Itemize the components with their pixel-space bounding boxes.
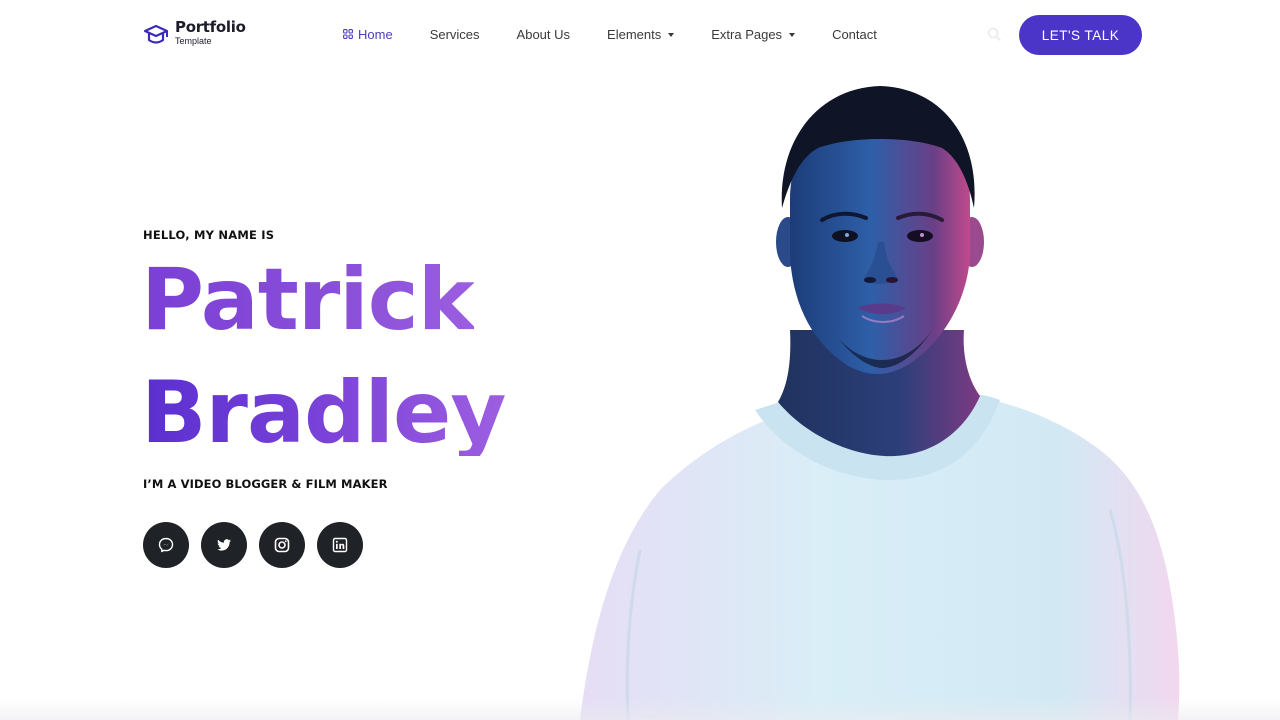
social-links bbox=[143, 522, 363, 568]
messenger-icon bbox=[158, 537, 174, 553]
nav-label-extra-pages: Extra Pages bbox=[711, 26, 783, 42]
brand-title: Portfolio bbox=[175, 18, 246, 36]
nav-item-services[interactable]: Services bbox=[430, 27, 480, 42]
caret-down-icon bbox=[789, 32, 796, 37]
hero-tagline: I’M A VIDEO BLOGGER & FILM MAKER bbox=[143, 477, 388, 491]
nav-item-elements[interactable]: Elements bbox=[607, 26, 675, 42]
twitter-icon bbox=[217, 539, 231, 551]
linkedin-icon bbox=[332, 537, 348, 553]
lets-talk-button[interactable]: LET'S TALK bbox=[1019, 15, 1142, 55]
messenger-link[interactable] bbox=[143, 522, 189, 568]
hero-greeting: HELLO, MY NAME IS bbox=[143, 228, 275, 242]
search-icon[interactable] bbox=[986, 26, 1002, 42]
nav-item-about-us[interactable]: About Us bbox=[517, 27, 570, 42]
hero-first-name: Patrick bbox=[141, 250, 475, 350]
brand-logo-link[interactable]: Portfolio Template bbox=[143, 20, 246, 48]
linkedin-link[interactable] bbox=[317, 522, 363, 568]
brand-text: Portfolio Template bbox=[175, 20, 246, 46]
nav-label-contact: Contact bbox=[832, 26, 877, 42]
graduation-cap-icon bbox=[143, 24, 169, 44]
nav-item-extra-pages[interactable]: Extra Pages bbox=[711, 26, 796, 42]
nav-item-home[interactable]: Home bbox=[343, 27, 393, 42]
nav-item-contact[interactable]: Contact bbox=[832, 27, 877, 42]
nav-label-about-us: About Us bbox=[516, 26, 571, 42]
instagram-icon bbox=[274, 537, 290, 553]
grid-icon bbox=[343, 29, 353, 39]
instagram-link[interactable] bbox=[259, 522, 305, 568]
caret-down-icon bbox=[668, 32, 675, 37]
nav-label-services: Services bbox=[429, 26, 480, 42]
nav-label-elements: Elements bbox=[607, 26, 662, 42]
brand-subtitle: Template bbox=[175, 36, 212, 46]
twitter-link[interactable] bbox=[201, 522, 247, 568]
hero-last-name: Bradley bbox=[141, 363, 506, 463]
main-nav: Home Services About Us Elements Extra Pa… bbox=[343, 24, 877, 44]
site-header: Portfolio Template Home Services About U… bbox=[0, 0, 1280, 68]
person-portrait bbox=[580, 86, 1180, 720]
nav-label-home: Home bbox=[358, 26, 393, 42]
bottom-fade bbox=[0, 698, 1280, 720]
